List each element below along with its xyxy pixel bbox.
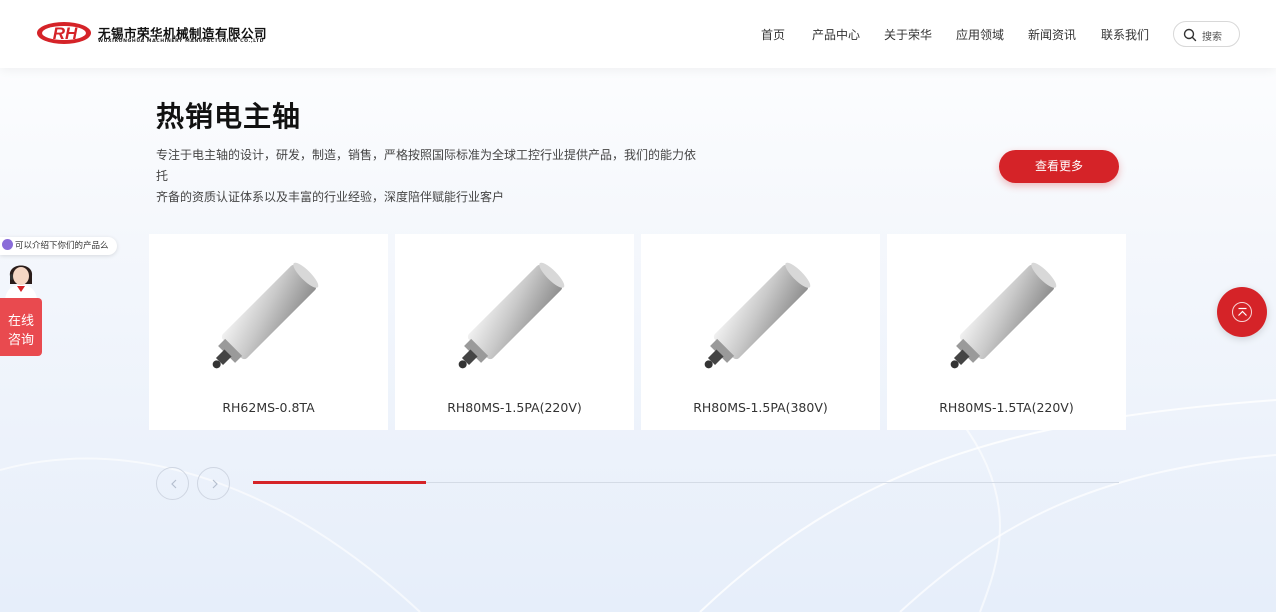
nav-item-news[interactable]: 新闻资讯 xyxy=(1028,26,1076,43)
spindle-product-image xyxy=(950,262,1057,369)
svg-text:RH: RH xyxy=(53,24,78,43)
product-name: RH80MS-1.5PA(220V) xyxy=(447,400,582,415)
back-to-top-button[interactable] xyxy=(1217,287,1267,337)
section-description-line: 专注于电主轴的设计，研发，制造，销售，严格按照国际标准为全球工控行业提供产品，我… xyxy=(156,148,697,183)
search-input[interactable]: 搜索 xyxy=(1173,21,1240,47)
nav-item-about[interactable]: 关于荣华 xyxy=(884,26,932,43)
product-card[interactable]: RH80MS-1.5PA(380V) xyxy=(641,234,880,430)
nav-item-home[interactable]: 首页 xyxy=(761,26,785,43)
product-name: RH62MS-0.8TA xyxy=(222,400,315,415)
product-card[interactable]: RH80MS-1.5TA(220V) xyxy=(887,234,1126,430)
product-card[interactable]: RH62MS-0.8TA xyxy=(149,234,388,430)
search-label: 搜索 xyxy=(1202,32,1222,43)
nav-item-products[interactable]: 产品中心 xyxy=(812,26,860,43)
online-consult-button[interactable]: 在线 咨询 xyxy=(0,298,42,356)
arrow-up-icon xyxy=(1238,307,1247,316)
nav-item-applications[interactable]: 应用领域 xyxy=(956,26,1004,43)
site-header: RH 无锡市荣华机械制造有限公司 WUXIRONGHUA MACHINERY M… xyxy=(0,0,1276,68)
product-name: RH80MS-1.5PA(380V) xyxy=(693,400,828,415)
slider-progress-track[interactable] xyxy=(253,481,1119,484)
back-to-top-ring xyxy=(1232,302,1252,322)
chat-icon xyxy=(2,239,13,250)
section-title: 热销电主轴 xyxy=(156,100,302,133)
slider-next-button[interactable] xyxy=(197,467,230,500)
chat-prompt-text: 可以介绍下你们的产品么 xyxy=(15,241,109,251)
product-card[interactable]: RH80MS-1.5PA(220V) xyxy=(395,234,634,430)
company-logo[interactable]: RH 无锡市荣华机械制造有限公司 WUXIRONGHUA MACHINERY M… xyxy=(36,19,267,49)
chevron-right-icon xyxy=(212,479,218,489)
product-name: RH80MS-1.5TA(220V) xyxy=(939,400,1074,415)
chevron-left-icon xyxy=(171,479,177,489)
chat-prompt-bubble[interactable]: 可以介绍下你们的产品么 xyxy=(0,237,117,255)
spindle-product-image xyxy=(704,262,811,369)
company-name-en: WUXIRONGHUA MACHINERY MANUFACTURING CO.,… xyxy=(98,39,265,44)
section-description-line: 齐备的资质认证体系以及丰富的行业经验，深度陪伴赋能行业客户 xyxy=(156,190,505,204)
search-icon xyxy=(1183,28,1197,42)
chat-tab-line1: 在线 xyxy=(7,314,34,329)
chat-tab-line2: 咨询 xyxy=(7,333,34,348)
nav-item-contact[interactable]: 联系我们 xyxy=(1101,26,1149,43)
slider-prev-button[interactable] xyxy=(156,467,189,500)
agent-avatar[interactable] xyxy=(0,256,42,300)
slider-progress-fill xyxy=(253,481,427,484)
view-more-button[interactable]: 查看更多 xyxy=(999,150,1119,183)
section-description: 专注于电主轴的设计，研发，制造，销售，严格按照国际标准为全球工控行业提供产品，我… xyxy=(156,145,696,208)
spindle-product-image xyxy=(212,262,319,369)
rh-logo-mark: RH xyxy=(37,22,91,44)
spindle-product-image xyxy=(458,262,565,369)
